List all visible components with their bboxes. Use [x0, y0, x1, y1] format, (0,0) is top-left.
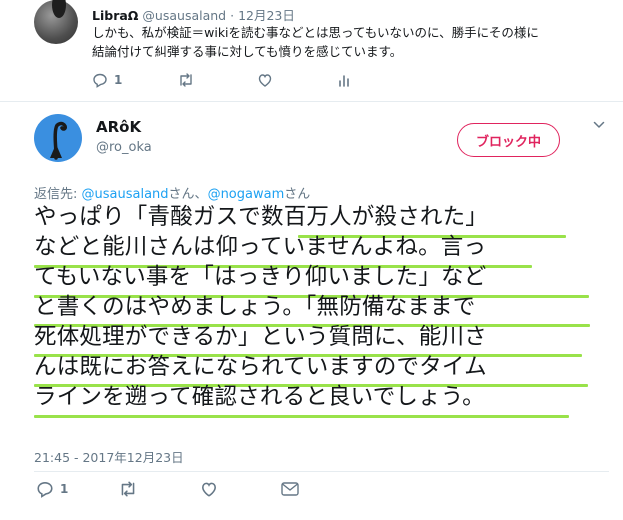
message-icon [281, 482, 299, 496]
like-button[interactable] [257, 72, 279, 88]
analytics-icon [339, 75, 349, 87]
avatar[interactable] [34, 0, 78, 44]
reply-context: 返信先: @usausalandさん、@nogawamさん [34, 183, 310, 202]
avatar-figure-icon [50, 121, 67, 160]
chevron-down-icon[interactable] [593, 120, 605, 130]
handle[interactable]: @ro_oka [96, 140, 152, 155]
mention-link[interactable]: @usausaland [82, 187, 169, 202]
reply-count: 1 [60, 482, 69, 496]
retweet-button[interactable] [177, 72, 201, 88]
tweet-text-line: などと能川さんは仰っていませんよね。言っ [34, 234, 487, 260]
tweet-text: しかも、私が検証＝wikiを読む事などとは思ってもいないのに、勝手にその様に 結… [92, 23, 612, 61]
analytics-button[interactable] [338, 72, 352, 88]
blocked-button[interactable]: ブロック中 [457, 123, 560, 157]
reply-button[interactable]: 1 [36, 480, 68, 498]
reply-icon [37, 482, 53, 498]
direct-message-button[interactable] [280, 480, 300, 498]
retweet-icon [121, 481, 135, 497]
mention-link[interactable]: @nogawam [208, 187, 285, 202]
reply-button[interactable]: 1 [92, 72, 122, 88]
like-button[interactable] [200, 480, 224, 498]
reply-to-prefix: 返信先: [34, 187, 82, 202]
tweet-text-line: しかも、私が検証＝wikiを読む事などとは思ってもいないのに、勝手にその様に [92, 25, 539, 40]
tweet-date[interactable]: 12月23日 [238, 8, 295, 23]
tweet-text-line: 結論付けて糾弾する事に対しても憤りを感じています。 [92, 44, 403, 59]
previous-tweet[interactable]: LibraΩ @usausaland · 12月23日 しかも、私が検証＝wik… [0, 0, 623, 102]
tweet-text-line: てもいない事を「はっきり仰いました」など [34, 264, 487, 290]
retweet-icon [180, 73, 192, 87]
display-name[interactable]: LibraΩ [92, 8, 138, 23]
handle[interactable]: @usausaland [142, 8, 226, 23]
tweet-text-line: 死体処理ができるか」という質問に、能川さ [34, 324, 487, 350]
reply-count: 1 [114, 73, 123, 87]
focused-tweet[interactable]: ARôK @ro_oka ブロック中 返信先: @usausalandさん、@n… [0, 102, 623, 520]
tweet-text-line: やっぱり「青酸ガスで数百万人が殺された」 [34, 204, 489, 230]
reply-to-text: さん、 [168, 187, 208, 202]
tweet-text-line: と書くのはやめましょう。「無防備なままで [34, 294, 476, 320]
reply-icon [93, 73, 107, 88]
separator: · [230, 8, 235, 23]
tweet-timestamp[interactable]: 21:45 - 2017年12月23日 [34, 447, 184, 466]
avatar[interactable] [34, 114, 82, 162]
tweet-text-line: ラインを遡って確認されると良いでしょう。 [34, 384, 485, 410]
tweet-text-line: んは既にお答えになられていますのでタイム [34, 354, 487, 380]
like-icon [258, 74, 272, 87]
like-icon [202, 482, 216, 497]
tweet-header: LibraΩ @usausaland · 12月23日 [92, 5, 295, 24]
divider [34, 471, 609, 472]
highlight-mark [34, 415, 569, 418]
retweet-button[interactable] [118, 480, 144, 498]
reply-to-text: さん [284, 187, 311, 202]
display-name[interactable]: ARôK [96, 118, 141, 136]
